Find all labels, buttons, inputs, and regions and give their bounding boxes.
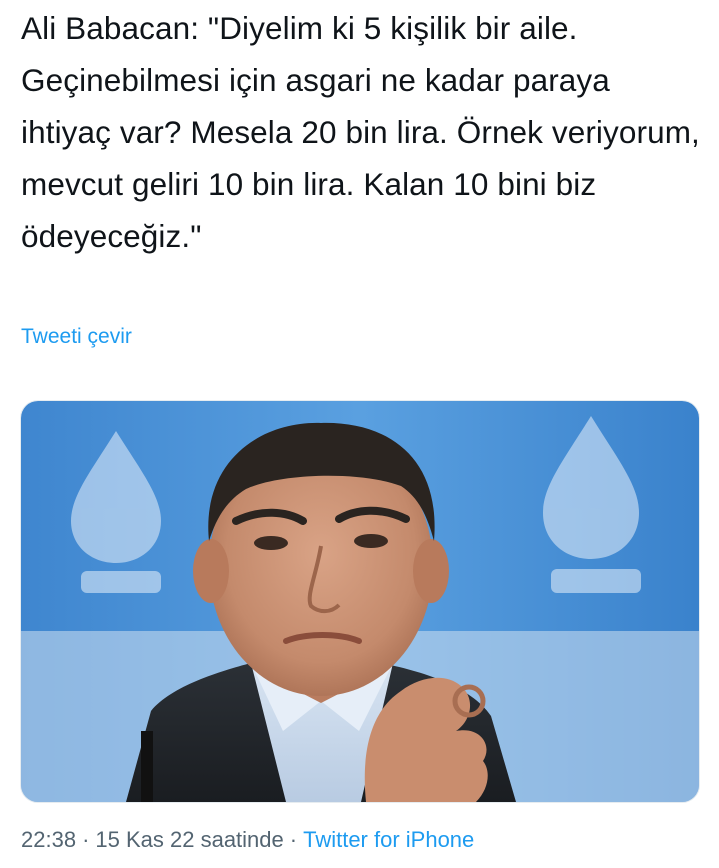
meta-separator: ·: [82, 827, 90, 852]
tweet: Ali Babacan: "Diyelim ki 5 kişilik bir a…: [0, 0, 719, 868]
tweet-photo[interactable]: [20, 400, 700, 803]
tweet-date[interactable]: 15 Kas 22 saatinde: [95, 827, 283, 852]
tweet-text: Ali Babacan: "Diyelim ki 5 kişilik bir a…: [21, 10, 700, 254]
translate-tweet-link[interactable]: Tweeti çevir: [21, 323, 132, 351]
tweet-time[interactable]: 22:38: [21, 827, 76, 852]
photo-illustration: [21, 401, 699, 802]
tweet-source-link[interactable]: Twitter for iPhone: [303, 827, 474, 852]
tweet-meta: 22:38 · 15 Kas 22 saatinde · Twitter for iPh…: [21, 826, 474, 854]
meta-separator: ·: [289, 827, 298, 852]
